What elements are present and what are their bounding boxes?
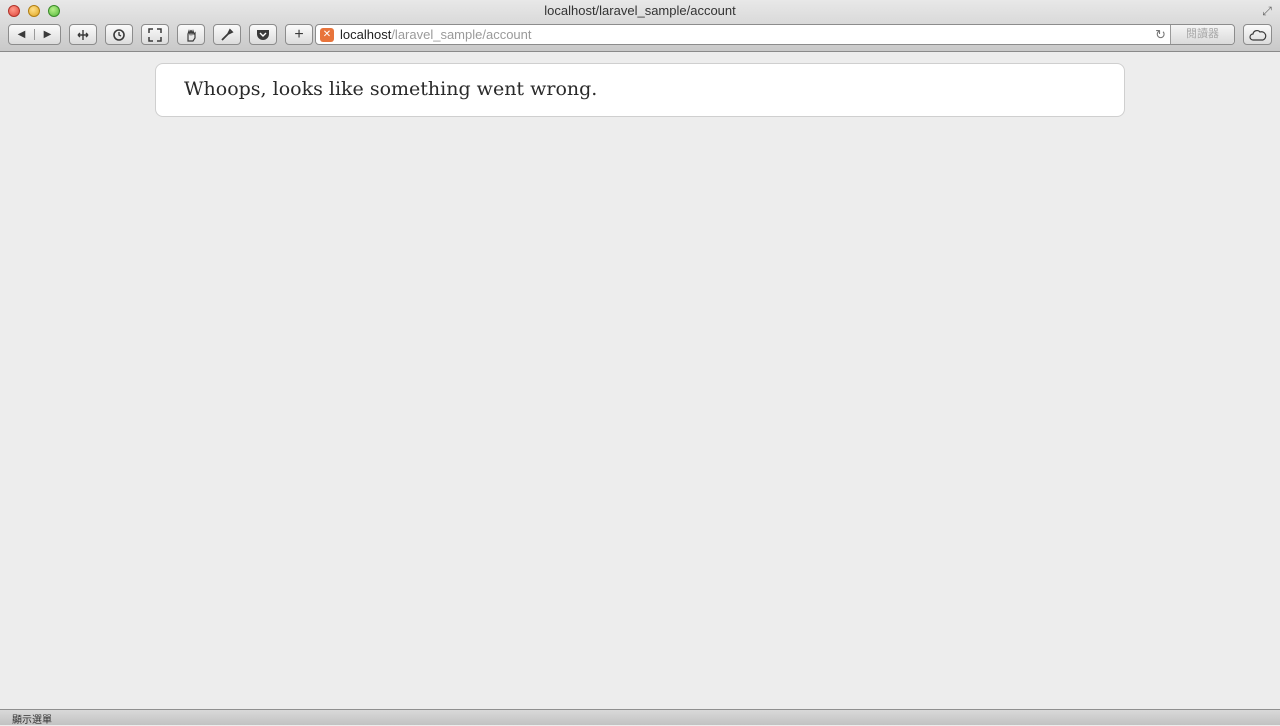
address-text[interactable]: localhost/laravel_sample/account [340, 27, 532, 42]
extension-button-2[interactable] [105, 24, 133, 45]
error-panel: Whoops, looks like something went wrong. [155, 63, 1125, 117]
extension-button-1[interactable] [69, 24, 97, 45]
back-forward-buttons: ◀ ▶ [8, 24, 61, 45]
web-content: Whoops, looks like something went wrong. [0, 52, 1280, 709]
site-favicon-icon: ✕ [320, 27, 334, 42]
extension-button-5[interactable] [213, 24, 241, 45]
url-path: /laravel_sample/account [391, 27, 532, 42]
refresh-circle-icon [113, 28, 125, 41]
new-tab-button[interactable]: + [285, 24, 313, 45]
reload-icon[interactable]: ↻ [1155, 27, 1166, 43]
back-button[interactable]: ◀ [9, 29, 34, 40]
pocket-button[interactable] [249, 24, 277, 45]
error-message: Whoops, looks like something went wrong. [184, 78, 598, 100]
fullscreen-icon[interactable]: ⤢ [1260, 4, 1274, 18]
status-bar: 顯示選單 [0, 709, 1280, 726]
expand-icon [148, 27, 162, 42]
window-title: localhost/laravel_sample/account [544, 3, 736, 18]
extension-button-4[interactable] [177, 24, 205, 45]
cloud-icon [1248, 29, 1266, 41]
browser-chrome: localhost/laravel_sample/account ⤢ ◀ ▶ +… [0, 0, 1280, 52]
move-arrows-icon [77, 29, 89, 40]
address-bar[interactable]: ✕ localhost/laravel_sample/account ↻ 閱讀器 [315, 24, 1235, 45]
pocket-icon [257, 29, 269, 40]
extension-button-3[interactable] [141, 24, 169, 45]
status-text: 顯示選單 [12, 715, 52, 726]
reader-button[interactable]: 閱讀器 [1170, 25, 1234, 44]
url-host: localhost [340, 27, 392, 42]
icloud-tabs-button[interactable] [1243, 24, 1272, 45]
wrench-icon [221, 27, 234, 41]
hand-icon [187, 28, 196, 42]
forward-button[interactable]: ▶ [34, 29, 60, 40]
